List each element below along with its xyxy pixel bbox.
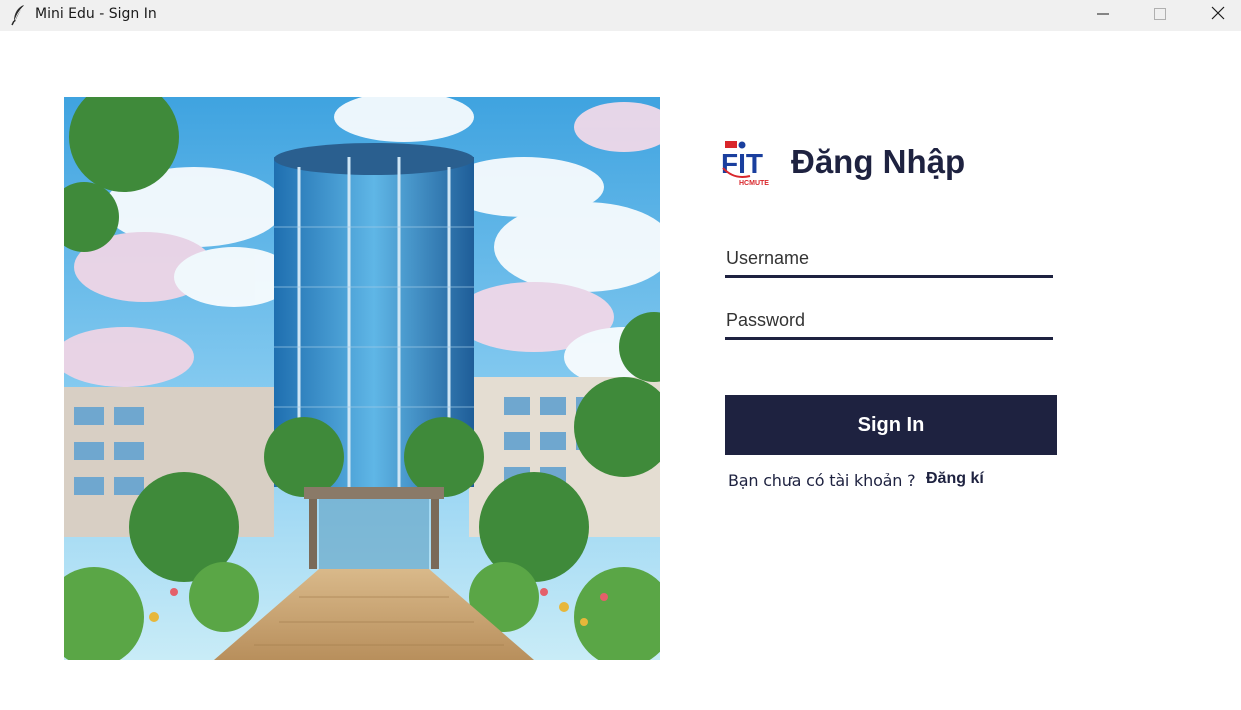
password-input[interactable]	[725, 300, 1053, 337]
fit-hcmute-logo: FIT HCMUTE	[720, 140, 772, 188]
campus-illustration	[64, 97, 660, 660]
page-title: Đăng Nhập	[791, 143, 966, 180]
close-icon	[1211, 6, 1225, 25]
feather-icon	[11, 4, 27, 26]
svg-text:HCMUTE: HCMUTE	[739, 180, 769, 187]
no-account-text: Bạn chưa có tài khoản ?	[728, 471, 916, 490]
window-title: Mini Edu - Sign In	[35, 6, 157, 22]
minimize-icon	[1097, 7, 1109, 25]
close-button[interactable]	[1195, 0, 1241, 31]
maximize-icon	[1154, 7, 1166, 25]
sign-in-window: Mini Edu - Sign In FIT HCMUTE Đăng Nhập …	[0, 0, 1241, 710]
register-link[interactable]: Đăng kí	[926, 470, 984, 488]
username-input[interactable]	[725, 238, 1053, 275]
password-field-container	[725, 300, 1053, 340]
maximize-button[interactable]	[1137, 0, 1183, 31]
sign-in-button[interactable]: Sign In	[725, 395, 1057, 455]
minimize-button[interactable]	[1080, 0, 1126, 31]
campus-building-image	[64, 97, 660, 660]
title-bar[interactable]: Mini Edu - Sign In	[0, 0, 1241, 31]
username-field-container	[725, 238, 1053, 278]
svg-text:FIT: FIT	[721, 148, 763, 179]
